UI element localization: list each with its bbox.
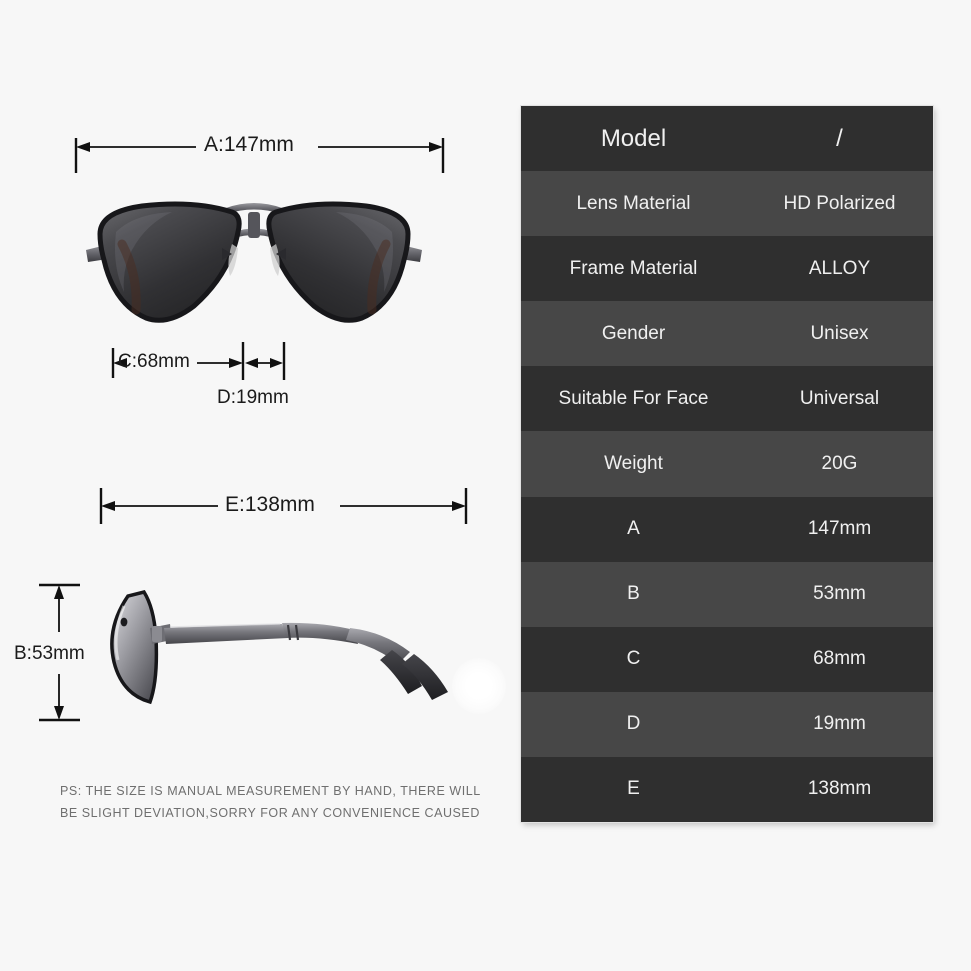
table-row: A 147mm	[521, 496, 933, 562]
dimension-label-a: A:147mm	[204, 133, 294, 156]
dimension-line-a	[74, 138, 445, 173]
measurement-note-line1: PS: THE SIZE IS MANUAL MEASUREMENT BY HA…	[60, 784, 481, 798]
measurement-note: PS: THE SIZE IS MANUAL MEASUREMENT BY HA…	[60, 780, 480, 824]
table-row: E 138mm	[521, 756, 933, 822]
spec-value: 19mm	[813, 713, 866, 735]
spec-label: Weight	[604, 453, 663, 475]
spec-label: E	[627, 778, 640, 800]
spec-value: Unisex	[810, 322, 869, 344]
spec-value: ALLOY	[808, 257, 871, 279]
sunglasses-side-view	[110, 589, 448, 705]
spec-label: B	[627, 583, 640, 605]
spec-label: Frame Material	[569, 257, 698, 279]
table-row: Frame Material ALLOY	[521, 236, 933, 302]
spec-value: 53mm	[813, 583, 866, 605]
table-row: Gender Unisex	[521, 301, 933, 367]
spec-label: C	[626, 648, 641, 670]
spec-label: Gender	[601, 322, 666, 344]
dimension-label-c: C:68mm	[118, 351, 190, 372]
table-row: C 68mm	[521, 626, 933, 692]
measurement-note-line2: BE SLIGHT DEVIATION,SORRY FOR ANY CONVEN…	[60, 806, 480, 820]
spec-value: 68mm	[813, 648, 866, 670]
spec-label: A	[627, 518, 640, 540]
table-row: B 53mm	[521, 561, 933, 627]
table-row: Suitable For Face Universal	[521, 366, 933, 432]
dimension-label-d: D:19mm	[217, 387, 289, 408]
sunglasses-front-view	[86, 201, 422, 323]
spec-value: 147mm	[807, 518, 872, 540]
spec-label: Lens Material	[576, 192, 691, 214]
product-spec-image: A:147mm C:68mm D:19mm E:138mm B:53mm PS:…	[0, 0, 971, 971]
spec-value: Universal	[799, 387, 880, 409]
table-row: D 19mm	[521, 691, 933, 757]
table-row: Model /	[521, 106, 933, 172]
spec-value: HD Polarized	[783, 192, 896, 214]
specification-table: Model / Lens Material HD Polarized Frame…	[521, 106, 933, 822]
spec-label: Model	[600, 124, 667, 152]
table-row: Lens Material HD Polarized	[521, 171, 933, 237]
dimension-label-e: E:138mm	[225, 493, 315, 516]
dimension-label-b: B:53mm	[14, 643, 85, 664]
table-row: Weight 20G	[521, 431, 933, 497]
spec-label: D	[626, 713, 641, 735]
spec-value: 20G	[821, 453, 858, 475]
spec-label: Suitable For Face	[558, 387, 709, 409]
spec-value: /	[836, 124, 843, 152]
spec-value: 138mm	[807, 778, 872, 800]
product-illustration-panel: A:147mm C:68mm D:19mm E:138mm B:53mm PS:…	[0, 0, 520, 971]
